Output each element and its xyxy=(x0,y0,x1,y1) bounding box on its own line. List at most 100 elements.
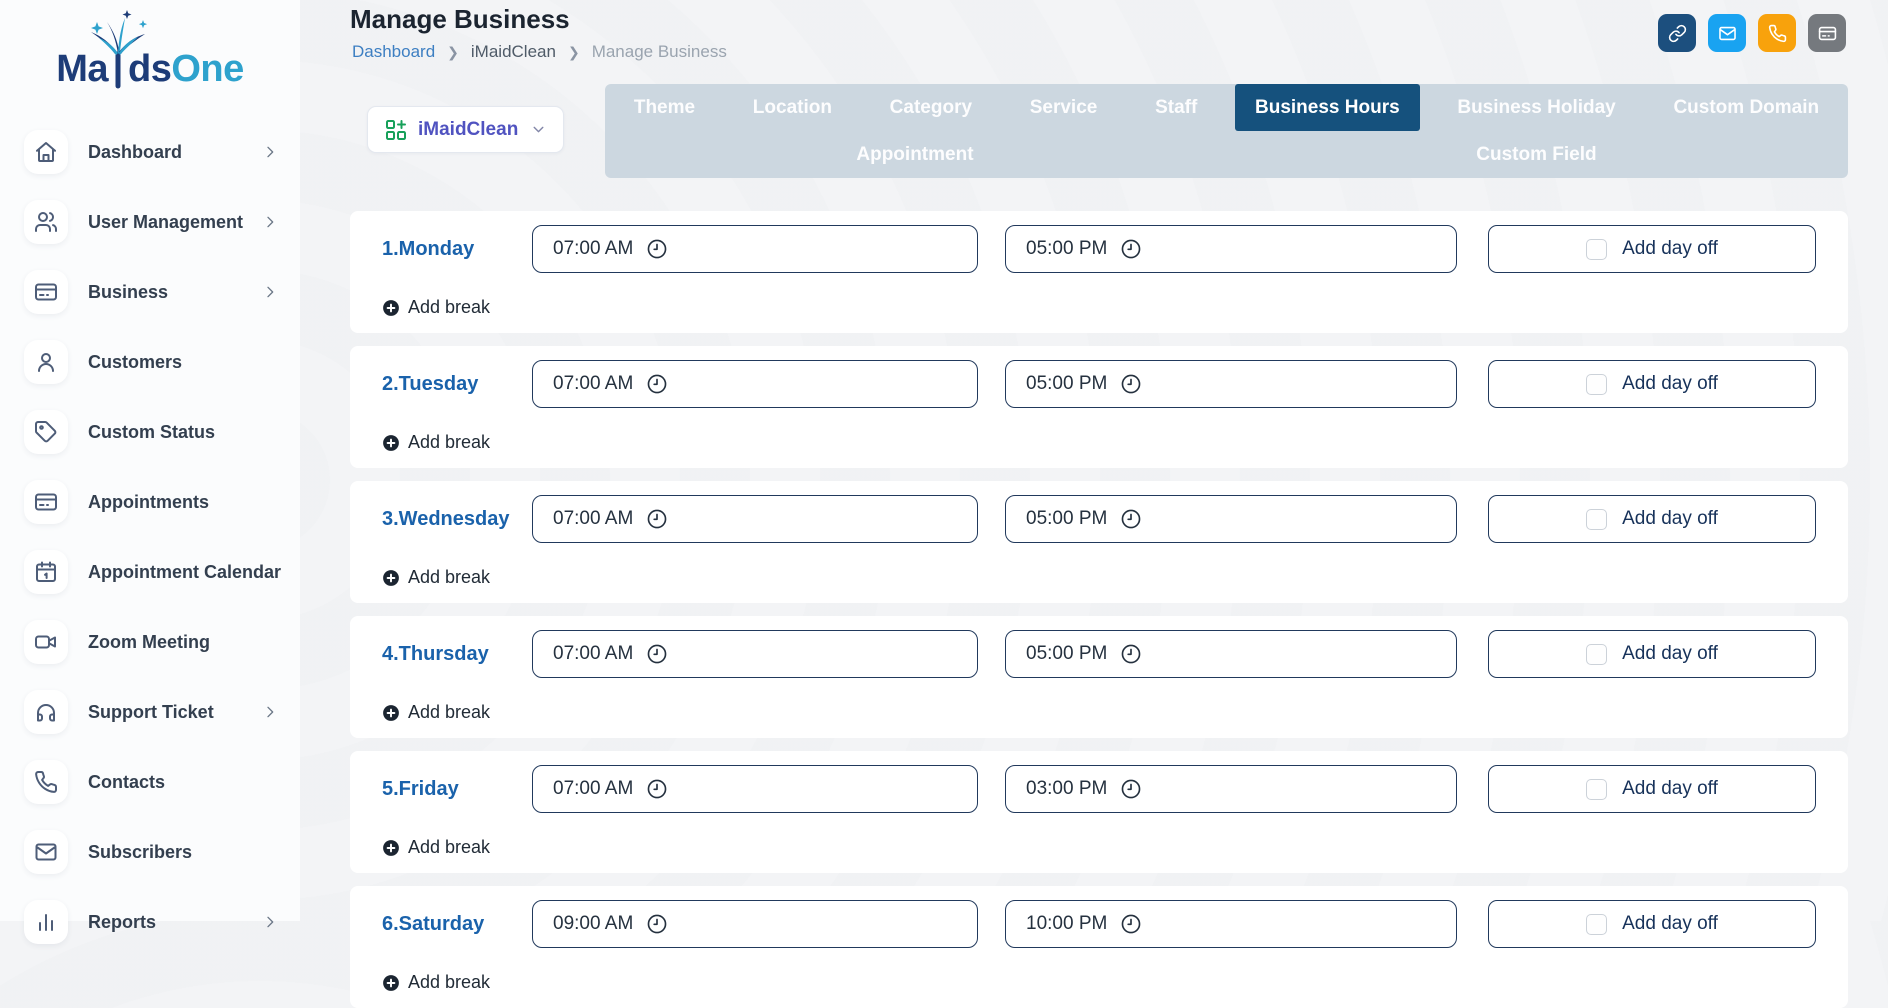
add-day-off-box[interactable]: Add day off xyxy=(1488,765,1816,813)
end-time-value: 10:00 PM xyxy=(1026,913,1107,935)
start-time-value: 07:00 AM xyxy=(553,508,633,530)
tab-staff[interactable]: Staff xyxy=(1135,84,1217,131)
video-icon xyxy=(34,630,58,654)
end-time-input[interactable]: 05:00 PM xyxy=(1005,495,1457,543)
add-day-off-box[interactable]: Add day off xyxy=(1488,495,1816,543)
tab-custom-field[interactable]: Custom Field xyxy=(1456,131,1616,178)
end-time-input[interactable]: 05:00 PM xyxy=(1005,630,1457,678)
add-break-link[interactable]: Add break xyxy=(382,432,490,453)
clock-icon xyxy=(1120,238,1142,260)
add-break-label: Add break xyxy=(408,837,490,858)
plus-circle-icon xyxy=(382,569,400,587)
sidebar-item-customers[interactable]: Customers xyxy=(0,327,300,397)
sidebar-item-appointments[interactable]: Appointments xyxy=(0,467,300,537)
add-break-link[interactable]: Add break xyxy=(382,567,490,588)
add-day-off-checkbox[interactable] xyxy=(1586,914,1607,935)
start-time-input[interactable]: 07:00 AM xyxy=(532,225,978,273)
tab-category[interactable]: Category xyxy=(870,84,992,131)
clock-icon xyxy=(1120,778,1142,800)
sidebar-item-icon-box xyxy=(24,200,68,244)
tab-business-hours[interactable]: Business Hours xyxy=(1235,84,1420,131)
clock-icon xyxy=(1120,643,1142,665)
add-day-off-box[interactable]: Add day off xyxy=(1488,630,1816,678)
add-break-label: Add break xyxy=(408,567,490,588)
add-day-off-checkbox[interactable] xyxy=(1586,779,1607,800)
day-row: 1.Monday 07:00 AM 05:00 PM Add day off xyxy=(350,211,1848,273)
add-break-label: Add break xyxy=(408,702,490,723)
tab-location[interactable]: Location xyxy=(733,84,852,131)
tab-service[interactable]: Service xyxy=(1010,84,1118,131)
end-time-input[interactable]: 10:00 PM xyxy=(1005,900,1457,948)
sidebar-item-contacts[interactable]: Contacts xyxy=(0,747,300,817)
mail-button[interactable] xyxy=(1708,14,1746,52)
add-break-link[interactable]: Add break xyxy=(382,972,490,993)
add-day-off-checkbox[interactable] xyxy=(1586,374,1607,395)
clock-icon xyxy=(646,508,668,530)
end-time-value: 05:00 PM xyxy=(1026,643,1107,665)
sidebar-item-icon-box xyxy=(24,340,68,384)
sidebar-item-dashboard[interactable]: Dashboard xyxy=(0,117,300,187)
sidebar-item-icon-box xyxy=(24,690,68,734)
day-label: 5.Friday xyxy=(382,778,532,801)
chevron-right-icon xyxy=(262,914,278,930)
plus-circle-icon xyxy=(382,974,400,992)
sidebar-item-business[interactable]: Business xyxy=(0,257,300,327)
phone-button[interactable] xyxy=(1758,14,1796,52)
page: Manage Business Dashboard❯iMaidClean❯Man… xyxy=(0,0,1888,921)
card-button[interactable] xyxy=(1808,14,1846,52)
add-day-off-checkbox[interactable] xyxy=(1586,644,1607,665)
plus-circle-icon xyxy=(382,839,400,857)
breadcrumb-item-dashboard[interactable]: Dashboard xyxy=(352,42,435,62)
add-day-off-label: Add day off xyxy=(1622,643,1718,665)
add-break-label: Add break xyxy=(408,972,490,993)
end-time-input[interactable]: 05:00 PM xyxy=(1005,225,1457,273)
business-selector-dropdown[interactable]: iMaidClean xyxy=(367,106,564,153)
day-row: 4.Thursday 07:00 AM 05:00 PM Add day off xyxy=(350,616,1848,678)
sidebar-item-reports[interactable]: Reports xyxy=(0,887,300,957)
add-day-off-box[interactable]: Add day off xyxy=(1488,225,1816,273)
add-break-link[interactable]: Add break xyxy=(382,837,490,858)
sidebar-item-support-ticket[interactable]: Support Ticket xyxy=(0,677,300,747)
start-time-input[interactable]: 09:00 AM xyxy=(532,900,978,948)
breadcrumb-separator: ❯ xyxy=(447,44,459,61)
add-day-off-box[interactable]: Add day off xyxy=(1488,360,1816,408)
start-time-input[interactable]: 07:00 AM xyxy=(532,630,978,678)
day-row: 3.Wednesday 07:00 AM 05:00 PM Add day of… xyxy=(350,481,1848,543)
sidebar-item-appointment-calendar[interactable]: Appointment Calendar xyxy=(0,537,300,607)
sidebar-item-custom-status[interactable]: Custom Status xyxy=(0,397,300,467)
add-day-off-box[interactable]: Add day off xyxy=(1488,900,1816,948)
sidebar-item-subscribers[interactable]: Subscribers xyxy=(0,817,300,887)
add-day-off-checkbox[interactable] xyxy=(1586,239,1607,260)
link-button[interactable] xyxy=(1658,14,1696,52)
sidebar-item-label: Contacts xyxy=(88,772,278,793)
start-time-input[interactable]: 07:00 AM xyxy=(532,495,978,543)
start-time-input[interactable]: 07:00 AM xyxy=(532,360,978,408)
tab-business-holiday[interactable]: Business Holiday xyxy=(1437,84,1635,131)
plus-circle-icon xyxy=(382,704,400,722)
sidebar-item-label: Zoom Meeting xyxy=(88,632,278,653)
end-time-value: 05:00 PM xyxy=(1026,238,1107,260)
add-day-off-checkbox[interactable] xyxy=(1586,509,1607,530)
end-time-input[interactable]: 03:00 PM xyxy=(1005,765,1457,813)
day-label: 1.Monday xyxy=(382,238,532,261)
plus-circle-icon xyxy=(382,299,400,317)
sidebar-item-zoom-meeting[interactable]: Zoom Meeting xyxy=(0,607,300,677)
grid-plus-icon xyxy=(384,118,408,142)
add-break-link[interactable]: Add break xyxy=(382,702,490,723)
start-time-input[interactable]: 07:00 AM xyxy=(532,765,978,813)
header-actions xyxy=(1658,14,1846,52)
home-icon xyxy=(34,140,58,164)
breadcrumb-item-imaidclean[interactable]: iMaidClean xyxy=(471,42,556,62)
chevron-right-icon xyxy=(262,284,278,300)
clock-icon xyxy=(1120,373,1142,395)
add-break-link[interactable]: Add break xyxy=(382,297,490,318)
end-time-input[interactable]: 05:00 PM xyxy=(1005,360,1457,408)
clock-icon xyxy=(646,373,668,395)
phone-icon xyxy=(34,770,58,794)
start-time-value: 07:00 AM xyxy=(553,778,633,800)
sidebar-item-user-management[interactable]: User Management xyxy=(0,187,300,257)
tab-custom-domain[interactable]: Custom Domain xyxy=(1653,84,1839,131)
tab-appointment[interactable]: Appointment xyxy=(836,131,993,178)
tab-theme[interactable]: Theme xyxy=(614,84,715,131)
sidebar-item-icon-box xyxy=(24,410,68,454)
